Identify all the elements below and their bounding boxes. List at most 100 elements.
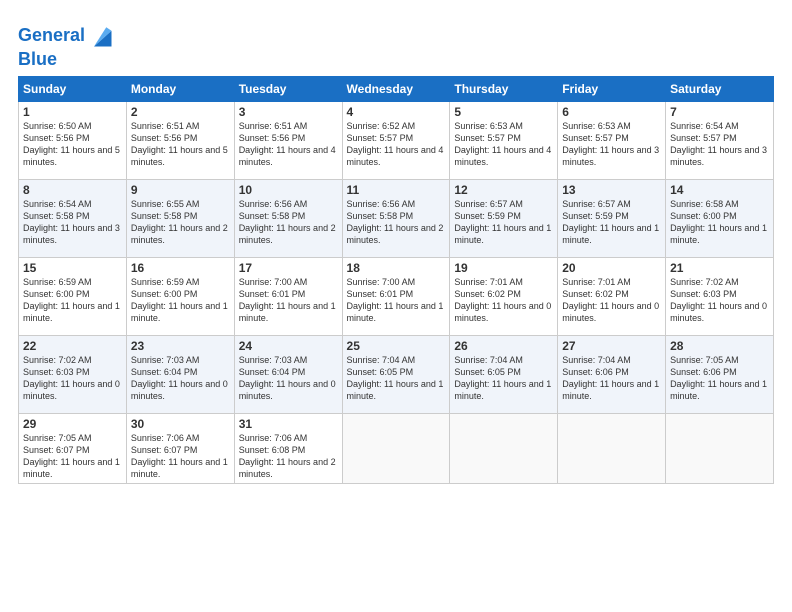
calendar-cell: 29 Sunrise: 7:05 AMSunset: 6:07 PMDayligh… [19, 413, 127, 484]
calendar-cell: 25 Sunrise: 7:04 AMSunset: 6:05 PMDayligh… [342, 335, 450, 413]
calendar-cell: 9Sunrise: 6:55 AMSunset: 5:58 PMDaylight… [126, 179, 234, 257]
cell-details: Sunrise: 6:52 AMSunset: 5:57 PMDaylight:… [347, 121, 444, 167]
calendar-cell: 31 Sunrise: 7:06 AMSunset: 6:08 PMDayligh… [234, 413, 342, 484]
cell-details: Sunrise: 6:57 AMSunset: 5:59 PMDaylight:… [562, 199, 659, 245]
day-number: 27 [562, 339, 661, 353]
cell-details: Sunrise: 7:01 AMSunset: 6:02 PMDaylight:… [562, 277, 659, 323]
calendar-cell: 12Sunrise: 6:57 AMSunset: 5:59 PMDayligh… [450, 179, 558, 257]
calendar-cell: 2 Sunrise: 6:51 AMSunset: 5:56 PMDaylight… [126, 101, 234, 179]
calendar-week-5: 29 Sunrise: 7:05 AMSunset: 6:07 PMDayligh… [19, 413, 774, 484]
cell-details: Sunrise: 7:04 AMSunset: 6:05 PMDaylight:… [347, 355, 444, 401]
day-number: 6 [562, 105, 661, 119]
cell-details: Sunrise: 6:51 AMSunset: 5:56 PMDaylight:… [131, 121, 228, 167]
day-number: 26 [454, 339, 553, 353]
cell-details: Sunrise: 7:05 AMSunset: 6:07 PMDaylight:… [23, 433, 120, 479]
day-header-friday: Friday [558, 76, 666, 101]
cell-details: Sunrise: 6:56 AMSunset: 5:58 PMDaylight:… [347, 199, 444, 245]
calendar-cell: 26 Sunrise: 7:04 AMSunset: 6:05 PMDayligh… [450, 335, 558, 413]
calendar-cell: 5 Sunrise: 6:53 AMSunset: 5:57 PMDaylight… [450, 101, 558, 179]
calendar-cell: 27Sunrise: 7:04 AMSunset: 6:06 PMDayligh… [558, 335, 666, 413]
calendar-cell: 20 Sunrise: 7:01 AMSunset: 6:02 PMDayligh… [558, 257, 666, 335]
cell-details: Sunrise: 7:06 AMSunset: 6:07 PMDaylight:… [131, 433, 228, 479]
day-number: 29 [23, 417, 122, 431]
day-header-wednesday: Wednesday [342, 76, 450, 101]
cell-details: Sunrise: 7:01 AMSunset: 6:02 PMDaylight:… [454, 277, 551, 323]
day-number: 16 [131, 261, 230, 275]
cell-details: Sunrise: 6:57 AMSunset: 5:59 PMDaylight:… [454, 199, 551, 245]
calendar-cell: 24 Sunrise: 7:03 AMSunset: 6:04 PMDayligh… [234, 335, 342, 413]
day-header-sunday: Sunday [19, 76, 127, 101]
calendar-cell: 14 Sunrise: 6:58 AMSunset: 6:00 PMDayligh… [666, 179, 774, 257]
day-number: 10 [239, 183, 338, 197]
page: General Blue SundayMondayTuesdayWednesda… [0, 0, 792, 612]
day-number: 22 [23, 339, 122, 353]
day-number: 3 [239, 105, 338, 119]
cell-details: Sunrise: 7:00 AMSunset: 6:01 PMDaylight:… [239, 277, 336, 323]
logo: General Blue [18, 22, 115, 70]
day-number: 5 [454, 105, 553, 119]
day-number: 7 [670, 105, 769, 119]
day-number: 31 [239, 417, 338, 431]
day-header-saturday: Saturday [666, 76, 774, 101]
cell-details: Sunrise: 6:54 AMSunset: 5:57 PMDaylight:… [670, 121, 767, 167]
day-number: 23 [131, 339, 230, 353]
calendar-week-1: 1 Sunrise: 6:50 AMSunset: 5:56 PMDaylight… [19, 101, 774, 179]
calendar-week-3: 15 Sunrise: 6:59 AMSunset: 6:00 PMDayligh… [19, 257, 774, 335]
logo-icon [87, 22, 115, 50]
day-number: 25 [347, 339, 446, 353]
day-number: 18 [347, 261, 446, 275]
cell-details: Sunrise: 7:03 AMSunset: 6:04 PMDaylight:… [131, 355, 228, 401]
calendar: SundayMondayTuesdayWednesdayThursdayFrid… [18, 76, 774, 485]
day-number: 13 [562, 183, 661, 197]
calendar-cell: 10Sunrise: 6:56 AMSunset: 5:58 PMDayligh… [234, 179, 342, 257]
calendar-cell [666, 413, 774, 484]
calendar-cell: 23 Sunrise: 7:03 AMSunset: 6:04 PMDayligh… [126, 335, 234, 413]
calendar-cell [450, 413, 558, 484]
day-header-monday: Monday [126, 76, 234, 101]
day-number: 28 [670, 339, 769, 353]
day-number: 9 [131, 183, 230, 197]
calendar-cell: 28 Sunrise: 7:05 AMSunset: 6:06 PMDayligh… [666, 335, 774, 413]
calendar-cell: 3Sunrise: 6:51 AMSunset: 5:56 PMDaylight… [234, 101, 342, 179]
day-header-thursday: Thursday [450, 76, 558, 101]
day-number: 19 [454, 261, 553, 275]
cell-details: Sunrise: 6:58 AMSunset: 6:00 PMDaylight:… [670, 199, 767, 245]
calendar-cell [342, 413, 450, 484]
cell-details: Sunrise: 7:02 AMSunset: 6:03 PMDaylight:… [23, 355, 120, 401]
calendar-cell: 17Sunrise: 7:00 AMSunset: 6:01 PMDayligh… [234, 257, 342, 335]
calendar-cell [558, 413, 666, 484]
cell-details: Sunrise: 6:53 AMSunset: 5:57 PMDaylight:… [454, 121, 551, 167]
calendar-cell: 4 Sunrise: 6:52 AMSunset: 5:57 PMDaylight… [342, 101, 450, 179]
calendar-week-4: 22 Sunrise: 7:02 AMSunset: 6:03 PMDayligh… [19, 335, 774, 413]
day-number: 2 [131, 105, 230, 119]
cell-details: Sunrise: 6:53 AMSunset: 5:57 PMDaylight:… [562, 121, 659, 167]
cell-details: Sunrise: 7:02 AMSunset: 6:03 PMDaylight:… [670, 277, 767, 323]
cell-details: Sunrise: 7:05 AMSunset: 6:06 PMDaylight:… [670, 355, 767, 401]
day-number: 21 [670, 261, 769, 275]
calendar-cell: 30 Sunrise: 7:06 AMSunset: 6:07 PMDayligh… [126, 413, 234, 484]
cell-details: Sunrise: 6:59 AMSunset: 6:00 PMDaylight:… [23, 277, 120, 323]
day-header-tuesday: Tuesday [234, 76, 342, 101]
day-number: 20 [562, 261, 661, 275]
calendar-week-2: 8 Sunrise: 6:54 AMSunset: 5:58 PMDaylight… [19, 179, 774, 257]
header: General Blue [18, 18, 774, 70]
cell-details: Sunrise: 7:06 AMSunset: 6:08 PMDaylight:… [239, 433, 336, 479]
cell-details: Sunrise: 6:50 AMSunset: 5:56 PMDaylight:… [23, 121, 120, 167]
calendar-cell: 13 Sunrise: 6:57 AMSunset: 5:59 PMDayligh… [558, 179, 666, 257]
calendar-cell: 22 Sunrise: 7:02 AMSunset: 6:03 PMDayligh… [19, 335, 127, 413]
day-number: 4 [347, 105, 446, 119]
cell-details: Sunrise: 7:00 AMSunset: 6:01 PMDaylight:… [347, 277, 444, 323]
calendar-cell: 15 Sunrise: 6:59 AMSunset: 6:00 PMDayligh… [19, 257, 127, 335]
cell-details: Sunrise: 7:04 AMSunset: 6:05 PMDaylight:… [454, 355, 551, 401]
calendar-cell: 6 Sunrise: 6:53 AMSunset: 5:57 PMDaylight… [558, 101, 666, 179]
calendar-header-row: SundayMondayTuesdayWednesdayThursdayFrid… [19, 76, 774, 101]
day-number: 30 [131, 417, 230, 431]
day-number: 24 [239, 339, 338, 353]
cell-details: Sunrise: 7:03 AMSunset: 6:04 PMDaylight:… [239, 355, 336, 401]
day-number: 15 [23, 261, 122, 275]
day-number: 8 [23, 183, 122, 197]
day-number: 1 [23, 105, 122, 119]
day-number: 14 [670, 183, 769, 197]
logo-text: General [18, 26, 85, 46]
cell-details: Sunrise: 6:54 AMSunset: 5:58 PMDaylight:… [23, 199, 120, 245]
